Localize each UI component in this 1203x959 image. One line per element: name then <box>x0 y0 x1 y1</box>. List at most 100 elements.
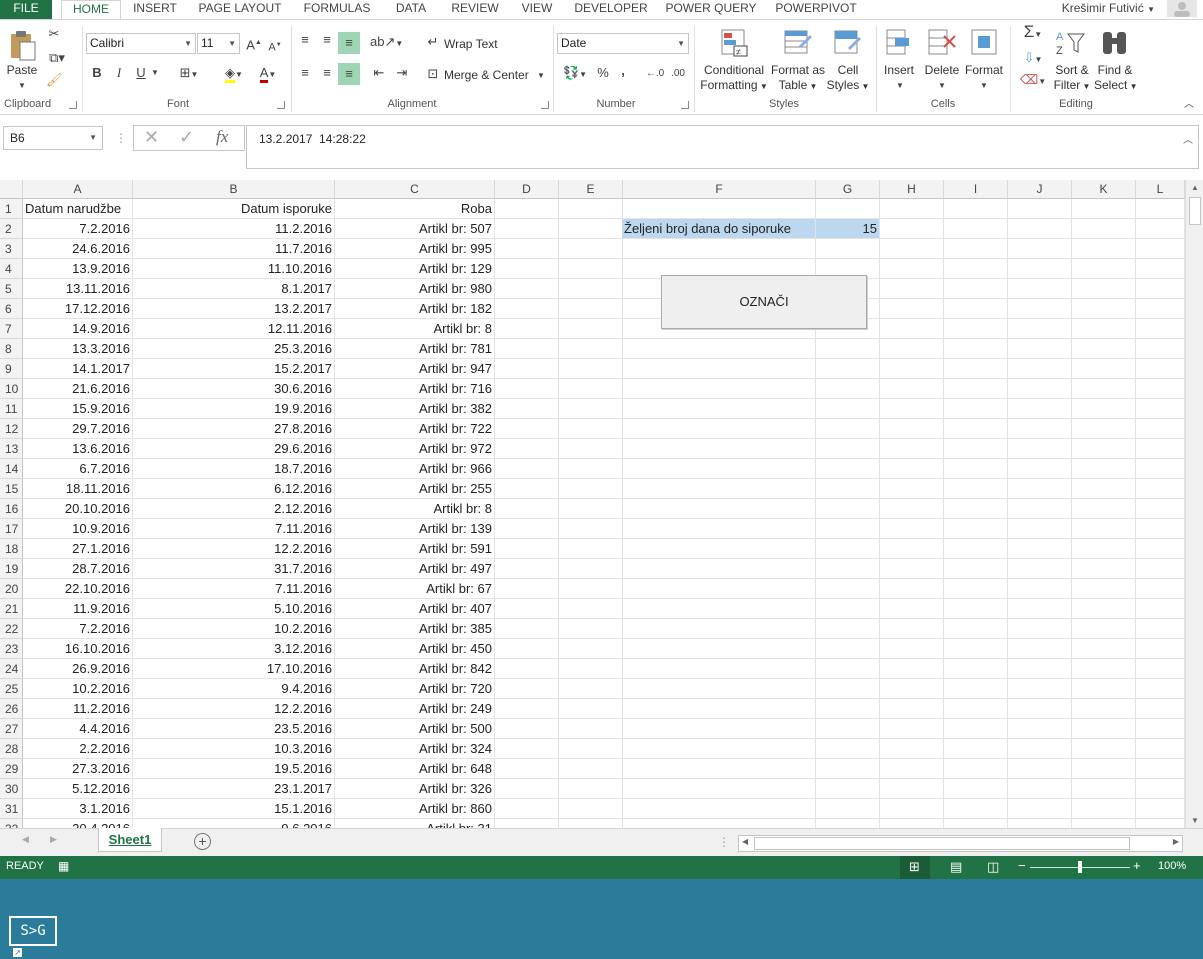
tab-powerpivot[interactable]: POWERPIVOT <box>770 0 862 19</box>
tab-insert[interactable]: INSERT <box>126 0 184 19</box>
header-cell-datum-narudzbe[interactable]: Datum narudžbe <box>23 199 133 219</box>
percent-button[interactable]: % <box>594 65 612 81</box>
order-date-cell[interactable]: 2.2.2016 <box>23 739 133 759</box>
scroll-left-icon[interactable]: ◀ <box>742 837 748 846</box>
row-header[interactable]: 32 <box>0 819 23 828</box>
order-date-cell[interactable]: 14.9.2016 <box>23 319 133 339</box>
row-header[interactable]: 28 <box>0 739 23 759</box>
item-cell[interactable]: Artikl br: 591 <box>335 539 495 559</box>
row-header[interactable]: 11 <box>0 399 23 419</box>
format-button[interactable]: Format <box>963 63 1005 78</box>
increase-indent-icon[interactable]: ⇥ <box>393 65 411 81</box>
item-cell[interactable]: Artikl br: 182 <box>335 299 495 319</box>
item-cell[interactable]: Artikl br: 249 <box>335 699 495 719</box>
order-date-cell[interactable]: 7.2.2016 <box>23 219 133 239</box>
header-cell-datum-isporuke[interactable]: Datum isporuke <box>133 199 335 219</box>
delivery-date-cell[interactable]: 8.1.2017 <box>133 279 335 299</box>
delivery-date-cell[interactable]: 19.9.2016 <box>133 399 335 419</box>
delivery-date-cell[interactable]: 23.5.2016 <box>133 719 335 739</box>
item-cell[interactable]: Artikl br: 67 <box>335 579 495 599</box>
tab-page-layout[interactable]: PAGE LAYOUT <box>192 0 288 19</box>
order-date-cell[interactable]: 14.1.2017 <box>23 359 133 379</box>
merge-dropdown-icon[interactable]: ▼ <box>536 68 546 84</box>
item-cell[interactable]: Artikl br: 980 <box>335 279 495 299</box>
row-header[interactable]: 31 <box>0 799 23 819</box>
row-header[interactable]: 2 <box>0 219 23 239</box>
delete-button[interactable]: Delete <box>923 63 961 78</box>
delivery-date-cell[interactable]: 5.10.2016 <box>133 599 335 619</box>
delivery-date-cell[interactable]: 6.12.2016 <box>133 479 335 499</box>
item-cell[interactable]: Artikl br: 500 <box>335 719 495 739</box>
scroll-down-icon[interactable]: ▼ <box>1186 816 1203 825</box>
page-layout-view-icon[interactable]: ▤ <box>950 859 962 875</box>
order-date-cell[interactable]: 11.2.2016 <box>23 699 133 719</box>
fill-icon[interactable]: ⇩▼ <box>1016 50 1050 68</box>
horizontal-scroll-thumb[interactable] <box>754 837 1130 850</box>
item-cell[interactable]: Artikl br: 497 <box>335 559 495 579</box>
scroll-right-icon[interactable]: ▶ <box>1173 837 1179 846</box>
order-date-cell[interactable]: 20.4.2016 <box>23 819 133 828</box>
column-header-b[interactable]: B <box>133 180 335 199</box>
format-as-table-icon[interactable] <box>783 28 813 58</box>
insert-button[interactable]: Insert <box>882 63 916 78</box>
zoom-slider-thumb[interactable] <box>1078 861 1082 873</box>
sort-filter-icon[interactable]: A Z <box>1055 28 1087 58</box>
tab-power-query[interactable]: POWER QUERY <box>662 0 760 19</box>
cut-icon[interactable]: ✂ <box>46 26 62 42</box>
delivery-date-cell[interactable]: 11.10.2016 <box>133 259 335 279</box>
column-header-k[interactable]: K <box>1072 180 1136 199</box>
insert-cells-icon[interactable] <box>885 28 913 58</box>
row-header[interactable]: 25 <box>0 679 23 699</box>
item-cell[interactable]: Artikl br: 842 <box>335 659 495 679</box>
delivery-date-cell[interactable]: 12.2.2016 <box>133 539 335 559</box>
increase-decimal-icon[interactable]: ←.0 <box>645 66 665 82</box>
item-cell[interactable]: Artikl br: 720 <box>335 679 495 699</box>
vertical-scrollbar[interactable]: ▲ ▼ <box>1185 180 1203 828</box>
merge-center-button[interactable]: Merge & Center <box>444 68 529 83</box>
binoculars-icon[interactable] <box>1100 28 1130 58</box>
row-header[interactable]: 5 <box>0 279 23 299</box>
order-date-cell[interactable]: 29.7.2016 <box>23 419 133 439</box>
enter-icon[interactable]: ✓ <box>179 127 194 148</box>
tab-formulas[interactable]: FORMULAS <box>297 0 377 19</box>
font-size-select[interactable]: 11 ▼ <box>197 33 240 54</box>
delivery-date-cell[interactable]: 13.2.2017 <box>133 299 335 319</box>
delivery-date-cell[interactable]: 7.11.2016 <box>133 519 335 539</box>
delete-dropdown-icon[interactable]: ▼ <box>937 78 947 94</box>
format-dropdown-icon[interactable]: ▼ <box>979 78 989 94</box>
user-avatar-icon[interactable] <box>1167 0 1197 17</box>
font-name-select[interactable]: Calibri ▼ <box>86 33 196 54</box>
row-header[interactable]: 30 <box>0 779 23 799</box>
delivery-date-cell[interactable]: 19.5.2016 <box>133 759 335 779</box>
delivery-date-cell[interactable]: 3.12.2016 <box>133 639 335 659</box>
delivery-date-cell[interactable]: 10.3.2016 <box>133 739 335 759</box>
order-date-cell[interactable]: 10.9.2016 <box>23 519 133 539</box>
autosum-icon[interactable]: Σ▼ <box>1016 23 1050 43</box>
tab-file[interactable]: FILE <box>0 0 52 19</box>
tab-developer[interactable]: DEVELOPER <box>569 0 653 19</box>
row-header[interactable]: 15 <box>0 479 23 499</box>
currency-icon[interactable]: 💱▼ <box>560 65 590 83</box>
delivery-date-cell[interactable]: 12.11.2016 <box>133 319 335 339</box>
insert-dropdown-icon[interactable]: ▼ <box>895 78 905 94</box>
order-date-cell[interactable]: 13.11.2016 <box>23 279 133 299</box>
zoom-out-icon[interactable]: − <box>1018 858 1026 873</box>
row-header[interactable]: 21 <box>0 599 23 619</box>
order-date-cell[interactable]: 13.3.2016 <box>23 339 133 359</box>
paste-dropdown-icon[interactable]: ▼ <box>16 78 28 94</box>
merge-center-icon[interactable]: ⊡ <box>424 66 442 82</box>
param-value-cell[interactable]: 15 <box>816 219 880 239</box>
item-cell[interactable]: Artikl br: 716 <box>335 379 495 399</box>
tab-home[interactable]: HOME <box>61 0 121 20</box>
row-header[interactable]: 4 <box>0 259 23 279</box>
italic-button[interactable]: I <box>112 65 126 81</box>
row-header[interactable]: 9 <box>0 359 23 379</box>
item-cell[interactable]: Artikl br: 255 <box>335 479 495 499</box>
clipboard-launcher-icon[interactable] <box>69 101 77 109</box>
formula-input[interactable]: 13.2.2017 14:28:22 <box>246 125 1199 169</box>
item-cell[interactable]: Artikl br: 385 <box>335 619 495 639</box>
wrap-text-button[interactable]: Wrap Text <box>444 37 498 52</box>
row-header[interactable]: 18 <box>0 539 23 559</box>
format-cells-icon[interactable] <box>970 28 1000 58</box>
tab-data[interactable]: DATA <box>387 0 435 19</box>
